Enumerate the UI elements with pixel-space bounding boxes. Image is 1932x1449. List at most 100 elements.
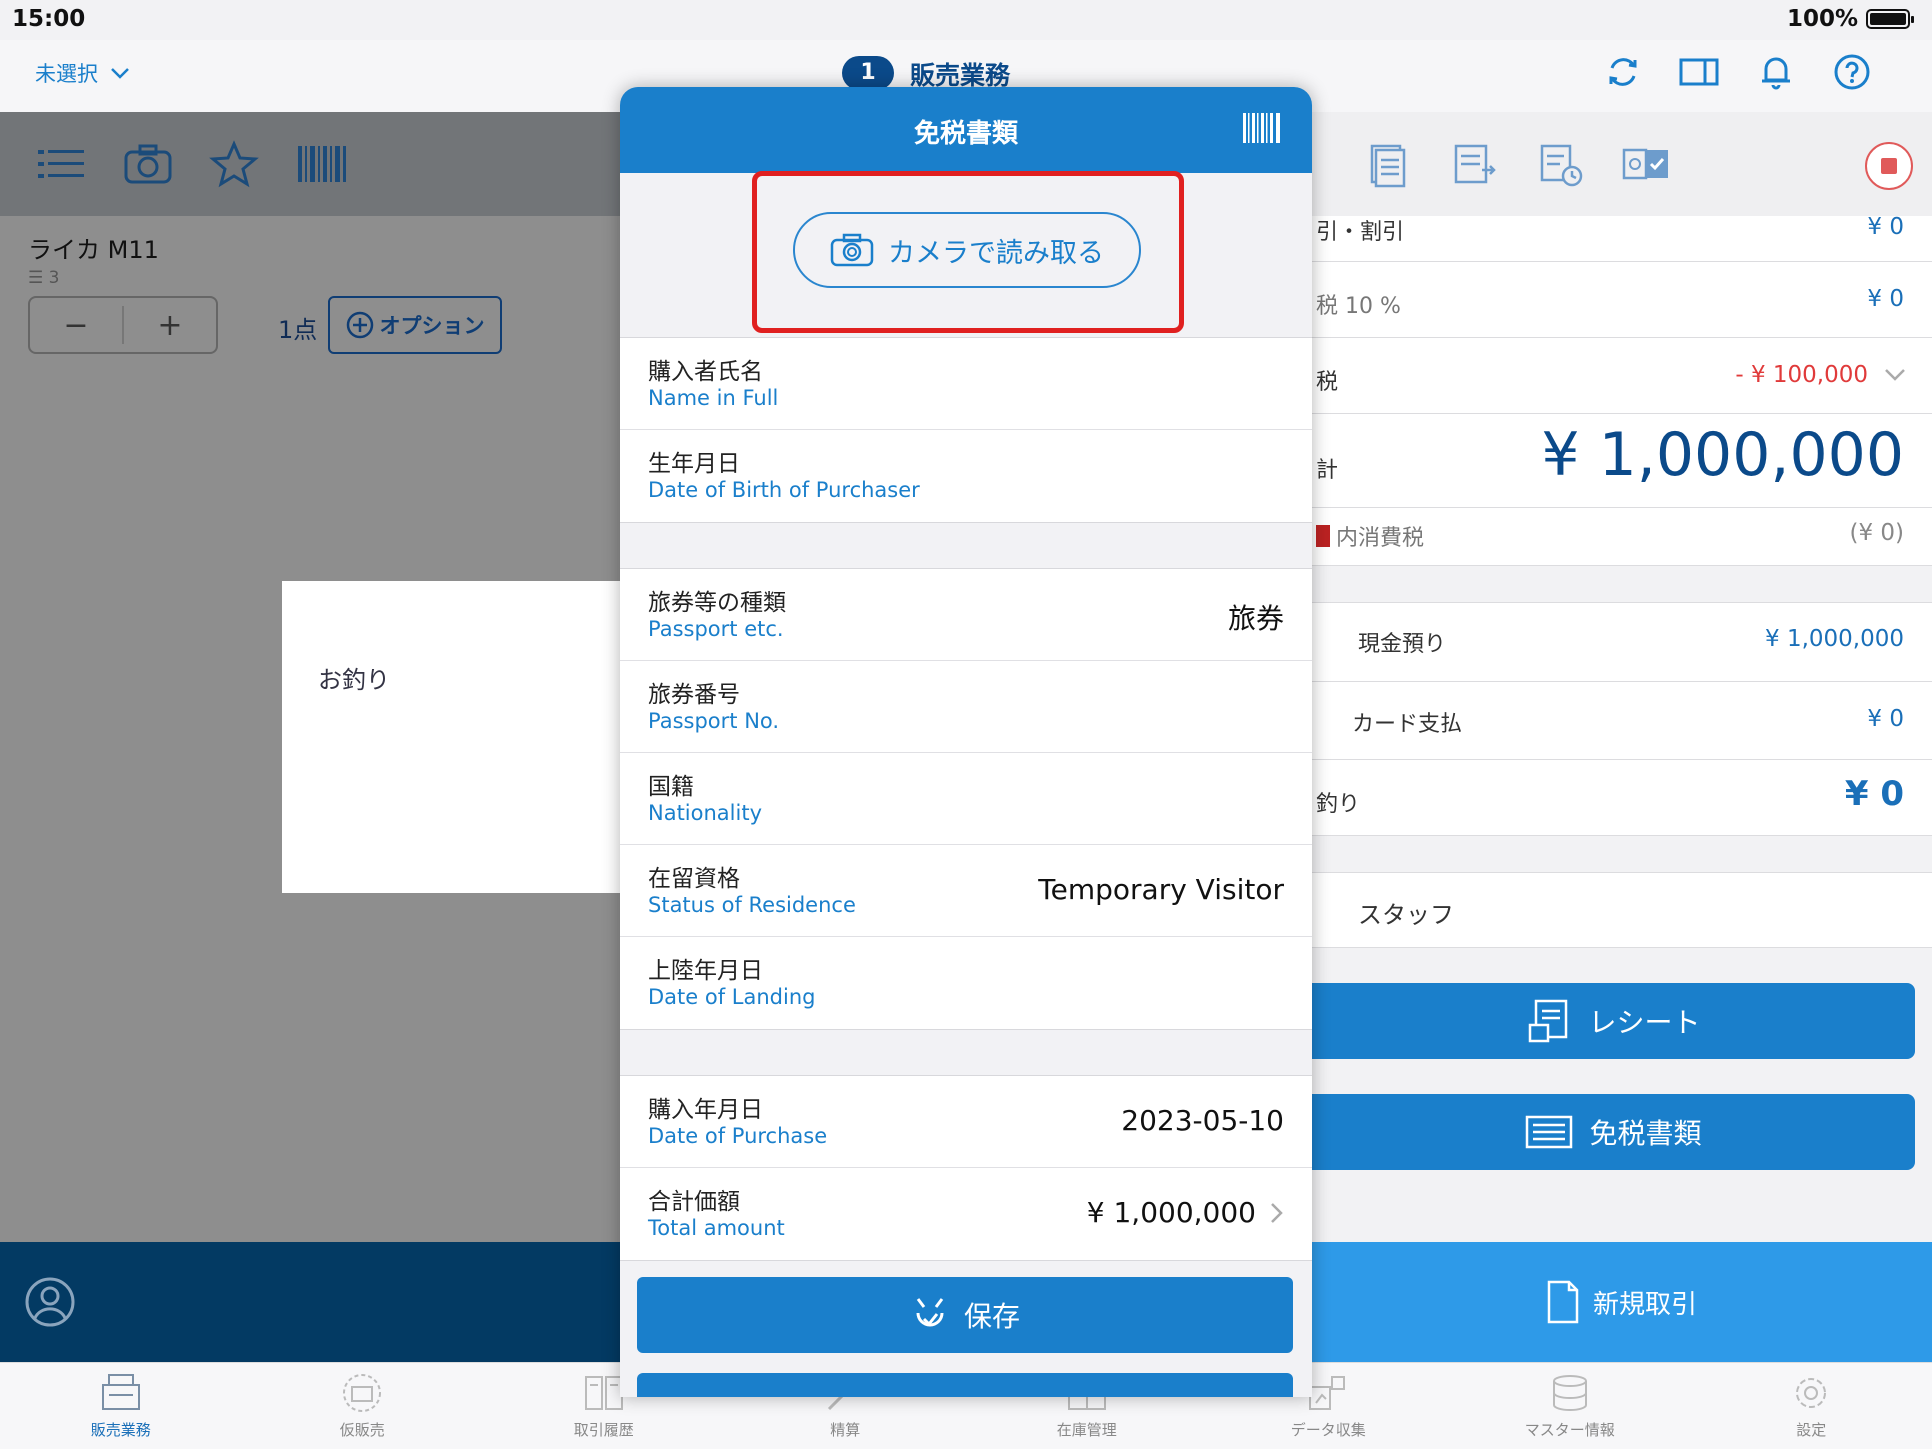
tab-sales[interactable]: 販売業務: [0, 1363, 242, 1449]
star-icon[interactable]: [208, 140, 260, 188]
change-card: [282, 581, 622, 893]
tax-exempt-label: 税: [1316, 370, 1339, 395]
purchase-group: 購入年月日 Date of Purchase 2023-05-10 合計価額 T…: [620, 1075, 1312, 1261]
status-time: 15:00: [12, 6, 86, 32]
taxfree-docs-button[interactable]: 免税書類: [1312, 1094, 1915, 1170]
bell-icon[interactable]: [1756, 52, 1796, 92]
change-label: お釣り: [318, 666, 390, 694]
receipt-clock-icon[interactable]: [1536, 140, 1584, 188]
new-transaction-label: 新規取引: [1592, 1289, 1697, 1320]
field-label-jp: 在留資格: [648, 866, 740, 892]
receipt-button[interactable]: レシート: [1312, 983, 1915, 1059]
change-row-value: ¥ 0: [1844, 774, 1904, 814]
tax-exempt-row[interactable]: 税 - ¥ 100,000: [1312, 338, 1932, 414]
modal-header: 免税書類: [620, 87, 1312, 173]
tax-rate-label: 税 10 %: [1316, 294, 1401, 319]
purchaser-group: 購入者氏名 Name in Full 生年月日 Date of Birth of…: [620, 337, 1312, 523]
tab-settings[interactable]: 設定: [1691, 1363, 1932, 1449]
card-row[interactable]: カード支払 ¥ 0: [1312, 682, 1932, 760]
stop-button[interactable]: [1865, 142, 1913, 190]
field-nationality[interactable]: 国籍 Nationality: [620, 753, 1312, 845]
field-passport-number[interactable]: 旅券番号 Passport No.: [620, 661, 1312, 753]
tab-temp-sale[interactable]: 仮販売: [242, 1363, 484, 1449]
field-label-en: Date of Purchase: [648, 1124, 828, 1148]
tax-rate-row: 税 10 % ¥ 0: [1312, 262, 1932, 338]
sync-icon[interactable]: [1603, 52, 1643, 92]
field-status-of-residence[interactable]: 在留資格 Status of Residence Temporary Visit…: [620, 845, 1312, 937]
field-total-amount[interactable]: 合計価額 Total amount ¥ 1,000,000: [620, 1168, 1312, 1260]
decrement-button[interactable]: −: [30, 308, 122, 343]
field-label-en: Passport No.: [648, 709, 780, 733]
chevron-right-icon: [1270, 1202, 1284, 1224]
modal-title: 免税書類: [913, 119, 1018, 149]
option-button[interactable]: オプション: [328, 296, 502, 354]
increment-button[interactable]: +: [124, 308, 216, 343]
field-label-en: Total amount: [648, 1216, 785, 1240]
quantity-label: 1点: [278, 316, 318, 344]
barcode-icon[interactable]: [296, 140, 348, 188]
user-icon[interactable]: [24, 1276, 76, 1328]
change-row-label: 釣り: [1316, 792, 1361, 817]
receipt-transfer-icon[interactable]: [1450, 140, 1498, 188]
staff-row[interactable]: スタッフ: [1312, 872, 1932, 948]
field-label-jp: 旅券番号: [648, 682, 740, 708]
tab-label: 取引履歴: [573, 1421, 634, 1439]
receipt-list-icon[interactable]: [1364, 140, 1412, 188]
change-row: 釣り ¥ 0: [1312, 760, 1932, 836]
check-toggle-icon[interactable]: [1622, 140, 1670, 188]
field-date-of-landing[interactable]: 上陸年月日 Date of Landing: [620, 937, 1312, 1029]
field-label-jp: 購入年月日: [648, 1097, 763, 1123]
chevron-down-icon: [1884, 368, 1906, 382]
field-label-jp: 生年月日: [648, 451, 740, 477]
field-date-of-birth[interactable]: 生年月日 Date of Birth of Purchaser: [620, 430, 1312, 522]
status-battery: 100%: [1786, 6, 1914, 32]
field-value: 旅券: [1227, 602, 1284, 635]
field-label-en: Passport etc.: [648, 617, 784, 641]
tab-label: 販売業務: [90, 1421, 151, 1439]
total-row: 計 ¥ 1,000,000: [1312, 414, 1932, 508]
camera-scan-icon[interactable]: [122, 140, 174, 188]
field-passport-type[interactable]: 旅券等の種類 Passport etc. 旅券: [620, 569, 1312, 661]
total-value: ¥ 1,000,000: [1541, 420, 1904, 490]
new-transaction-button[interactable]: 新規取引: [1312, 1242, 1932, 1362]
field-label-en: Name in Full: [648, 386, 779, 410]
barcode-icon[interactable]: [1242, 113, 1282, 143]
field-label-en: Date of Landing: [648, 985, 816, 1009]
battery-percent: 100%: [1786, 6, 1858, 32]
document-list-icon: [1525, 1115, 1573, 1149]
taxfree-docs-button-label: 免税書類: [1589, 1117, 1702, 1150]
card-label: カード支払: [1352, 712, 1463, 737]
cash-value: ¥ 1,000,000: [1765, 626, 1904, 652]
plus-circle-icon: [346, 311, 374, 339]
field-date-of-purchase[interactable]: 購入年月日 Date of Purchase 2023-05-10: [620, 1076, 1312, 1168]
quantity-stepper[interactable]: − +: [28, 296, 218, 354]
master-info-icon: [1552, 1375, 1587, 1411]
register-icon: [101, 1374, 140, 1410]
field-label-jp: 国籍: [648, 774, 694, 800]
split-view-icon[interactable]: [1679, 52, 1719, 92]
tab-master-info[interactable]: マスター情報: [1449, 1363, 1691, 1449]
field-label-jp: 旅券等の種類: [648, 590, 786, 616]
camera-read-button[interactable]: カメラで読み取る: [793, 212, 1141, 288]
chevron-down-icon: [110, 67, 130, 79]
camera-icon: [830, 233, 874, 267]
cash-row[interactable]: 現金預り ¥ 1,000,000: [1312, 602, 1932, 682]
secondary-button[interactable]: [637, 1373, 1293, 1397]
list-icon[interactable]: [36, 140, 88, 188]
field-label-jp: 購入者氏名: [648, 359, 763, 385]
field-name-in-full[interactable]: 購入者氏名 Name in Full: [620, 338, 1312, 430]
settings-icon: [1796, 1378, 1827, 1408]
field-label-jp: 上陸年月日: [648, 958, 763, 984]
register-number-badge: 1: [842, 56, 894, 90]
register-select-label: 未選択: [35, 62, 98, 86]
consumption-tax-value: (¥ 0): [1849, 520, 1904, 546]
tax-exempt-value: - ¥ 100,000: [1735, 362, 1868, 388]
discount-value: ¥ 0: [1867, 214, 1904, 240]
field-value: 2023-05-10: [1121, 1104, 1284, 1137]
field-label-en: Date of Birth of Purchaser: [648, 478, 920, 502]
register-select[interactable]: 未選択: [35, 58, 130, 88]
save-button[interactable]: 保存: [637, 1277, 1293, 1353]
field-value: ¥ 1,000,000: [1086, 1196, 1256, 1229]
tax-rate-value: ¥ 0: [1867, 286, 1904, 312]
help-icon[interactable]: [1832, 52, 1872, 92]
